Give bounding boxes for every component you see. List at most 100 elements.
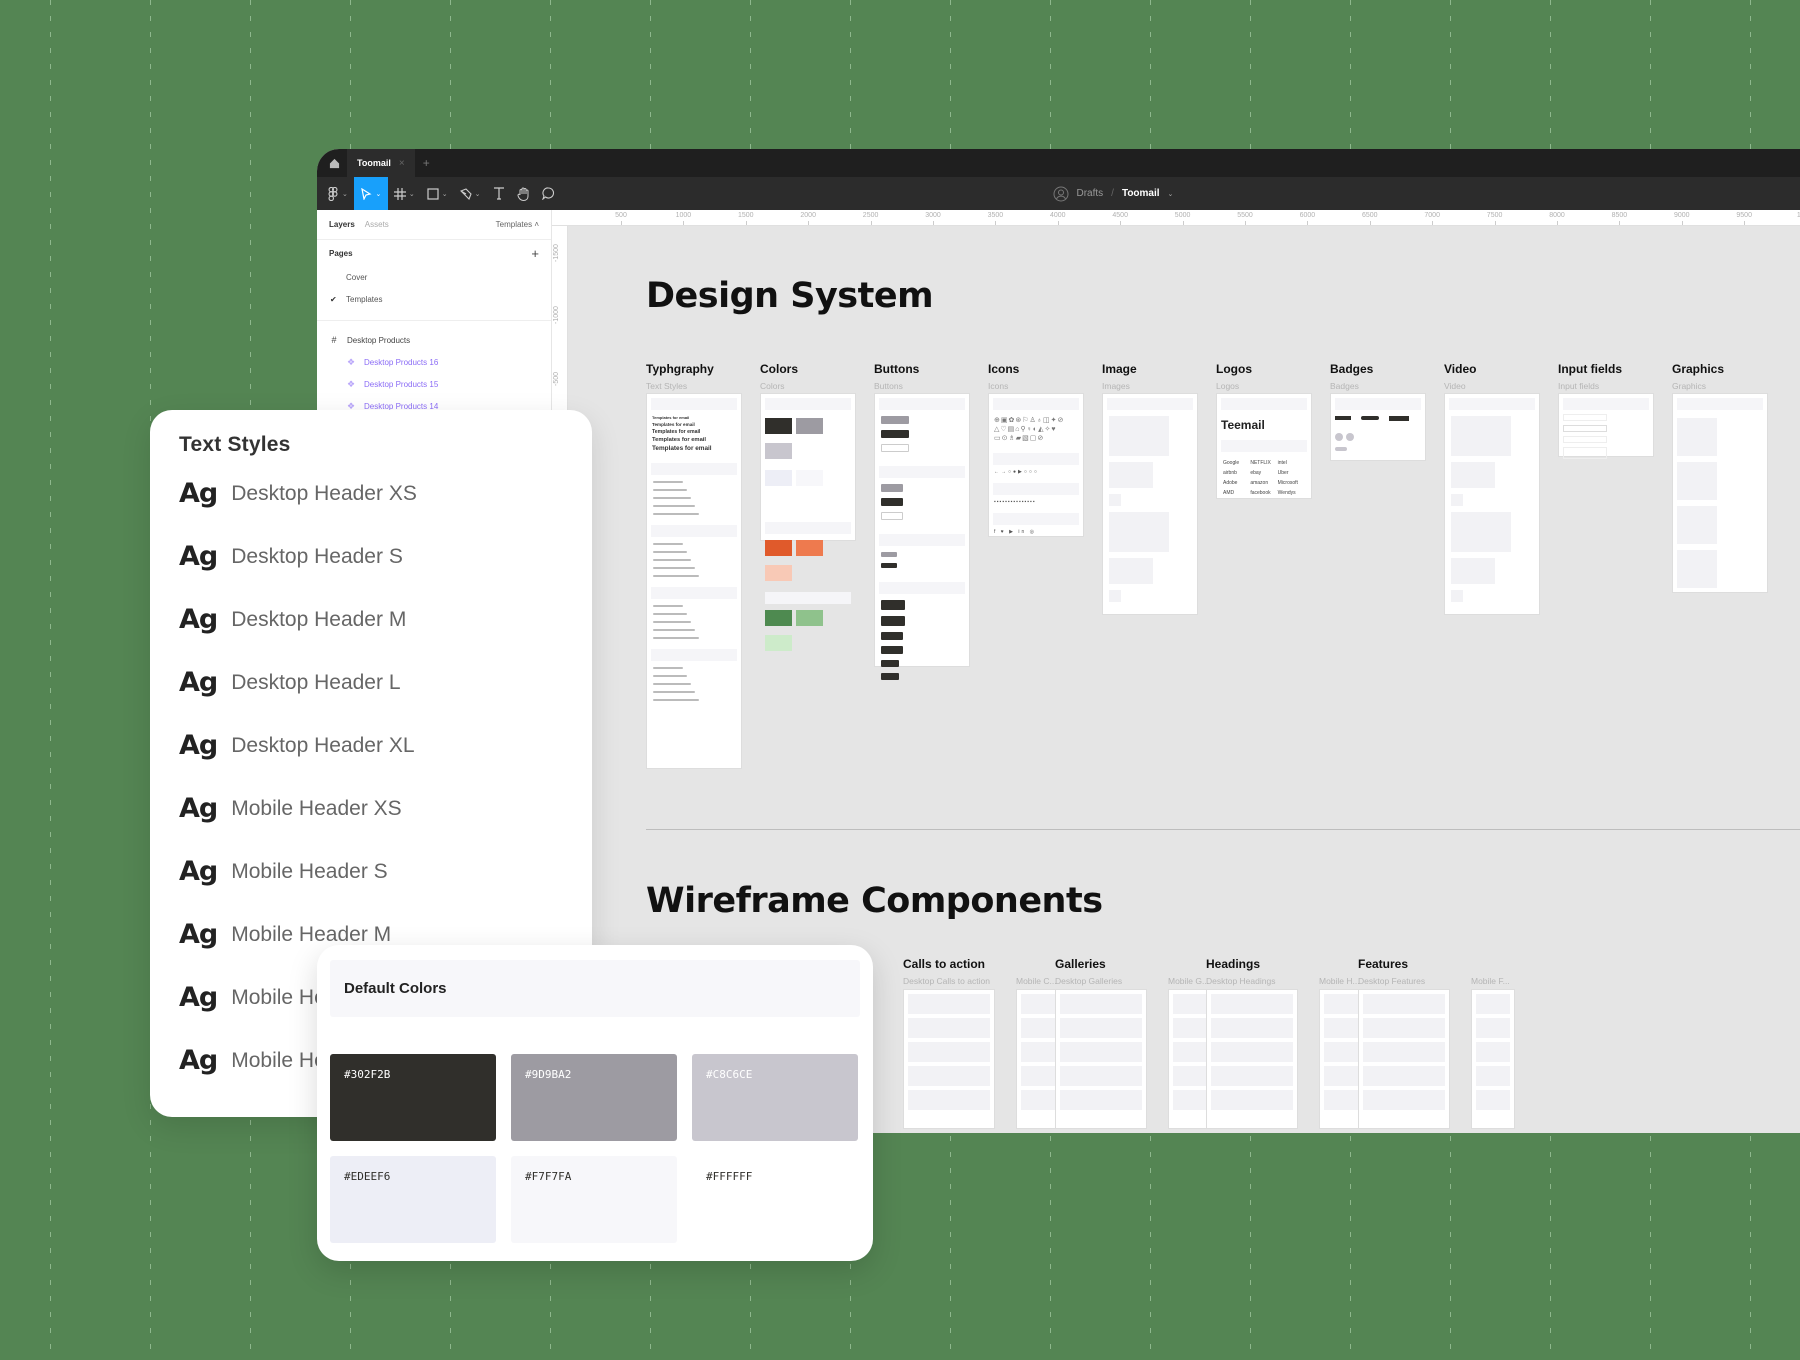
- comment-bubble-icon: [541, 187, 554, 200]
- column-heading: Typhgraphy: [646, 362, 714, 376]
- hand-icon: [517, 187, 528, 201]
- buttons-frame[interactable]: [874, 393, 970, 680]
- placeholder-block: [908, 1090, 990, 1110]
- wireframe-frame[interactable]: [1358, 989, 1450, 1129]
- column-heading: Badges: [1330, 362, 1374, 376]
- placeholder-block: [1324, 1090, 1358, 1110]
- swatch: [765, 540, 792, 556]
- typography-frame[interactable]: Templates for email Templates for email Te…: [646, 393, 742, 769]
- text-style-item[interactable]: Ag Mobile Header S: [179, 856, 388, 887]
- frame-header: [651, 649, 737, 661]
- placeholder-line: [653, 567, 695, 569]
- placeholder-block: [1211, 994, 1293, 1014]
- colors-frame[interactable]: [760, 393, 856, 651]
- ruler-tick: [1120, 221, 1122, 225]
- text-style-name: Desktop Header XL: [231, 733, 415, 757]
- video-frame[interactable]: [1444, 393, 1540, 615]
- column-subtitle: Desktop Headings: [1206, 976, 1276, 986]
- layer-component[interactable]: ❖ Desktop Products 16: [317, 351, 551, 373]
- placeholder-block: [1060, 1090, 1142, 1110]
- ruler-label: 500: [615, 212, 627, 219]
- wireframe-components-title: Wireframe Components: [646, 881, 1103, 921]
- text-style-sample: Ag: [179, 730, 218, 761]
- ruler-tick: [1432, 221, 1434, 225]
- breadcrumb-drafts[interactable]: Drafts: [1077, 188, 1104, 199]
- wireframe-frame[interactable]: [1206, 989, 1298, 1129]
- hand-tool-button[interactable]: [511, 177, 536, 210]
- placeholder-block: [1173, 1066, 1207, 1086]
- input-fields-frame[interactable]: [1558, 393, 1654, 459]
- ruler-label: 1000: [675, 212, 692, 219]
- color-swatch[interactable]: #302F2B: [330, 1054, 496, 1141]
- ruler-label: 4000: [1050, 212, 1066, 219]
- placeholder-block: [908, 1018, 990, 1038]
- color-swatch[interactable]: #EDEEF6: [330, 1156, 496, 1243]
- wireframe-frame[interactable]: [903, 989, 995, 1129]
- text-style-item[interactable]: Ag Desktop Header M: [179, 604, 406, 635]
- comment-tool-button[interactable]: [536, 177, 561, 210]
- icons-frame[interactable]: ⊕▣✿⊛⚐♙♁◫✦⊘ △♡▤⌂⚲♀◐◭✧♥ ▭⊙♗▰▧▢⊘ ←→○●▶○○○ ▪▪▪…: [988, 393, 1084, 537]
- swatch: [765, 610, 792, 626]
- placeholder-block: [1476, 1018, 1510, 1038]
- color-swatch[interactable]: #FFFFFF: [692, 1156, 858, 1243]
- text-style-name: Mobile Header S: [231, 859, 388, 883]
- ruler-tick: [1245, 221, 1246, 225]
- frame-tool-button[interactable]: ⌄: [388, 177, 421, 210]
- user-avatar-icon[interactable]: [1053, 186, 1069, 202]
- text-style-item[interactable]: Ag Desktop Header XL: [179, 730, 415, 761]
- main-menu-button[interactable]: ⌄: [321, 177, 354, 210]
- placeholder-block: [1363, 1066, 1445, 1086]
- badges-frame[interactable]: [1330, 393, 1426, 461]
- wireframe-frame[interactable]: [1055, 989, 1147, 1129]
- swatch: [765, 418, 792, 434]
- text-style-item[interactable]: Ag Desktop Header XS: [179, 478, 417, 509]
- text-style-sample: Ag: [179, 1045, 218, 1076]
- image-frame[interactable]: [1102, 393, 1198, 615]
- move-tool-button[interactable]: ⌄: [353, 177, 388, 210]
- shape-tool-button[interactable]: ⌄: [421, 177, 454, 210]
- layer-component[interactable]: ❖ Desktop Products 15: [317, 373, 551, 395]
- text-style-item[interactable]: Ag Desktop Header S: [179, 541, 403, 572]
- text-style-name: Desktop Header S: [231, 544, 403, 568]
- ruler-label: 2000: [800, 212, 816, 219]
- ruler-label: 3500: [987, 212, 1004, 219]
- tab-file[interactable]: Toomail ×: [347, 149, 415, 177]
- close-tab-icon[interactable]: ×: [399, 158, 405, 169]
- checkmark-icon: ✔: [330, 294, 337, 304]
- pen-tool-button[interactable]: ⌄: [454, 177, 487, 210]
- home-icon[interactable]: [321, 149, 347, 177]
- placeholder-line: [653, 559, 691, 561]
- color-hex-label: #F7F7FA: [525, 1170, 572, 1183]
- new-tab-icon[interactable]: +: [423, 156, 430, 170]
- add-page-icon[interactable]: +: [531, 246, 539, 261]
- color-swatch[interactable]: #F7F7FA: [511, 1156, 677, 1243]
- cursor-arrow-icon: [361, 187, 372, 200]
- column-heading: Colors: [760, 362, 799, 376]
- wireframe-frame[interactable]: [1319, 989, 1363, 1129]
- column-subtitle: Logos: [1216, 381, 1240, 391]
- layer-frame[interactable]: # Desktop Products: [317, 329, 551, 351]
- color-swatch[interactable]: #C8C6CE: [692, 1054, 858, 1141]
- placeholder-block: [1021, 1090, 1055, 1110]
- ruler-tick: [1619, 221, 1621, 225]
- tab-layers[interactable]: Layers: [329, 220, 355, 229]
- text-style-item[interactable]: Ag Mobile Header XS: [179, 793, 402, 824]
- text-style-item[interactable]: Ag Desktop Header L: [179, 667, 401, 698]
- page-selector[interactable]: Templates ˄: [496, 220, 539, 229]
- placeholder-block: [1476, 1090, 1510, 1110]
- breadcrumb-file[interactable]: Toomail: [1122, 188, 1160, 199]
- wireframe-frame[interactable]: [1016, 989, 1060, 1129]
- page-item-cover[interactable]: Cover: [317, 266, 551, 288]
- color-swatch[interactable]: #9D9BA2: [511, 1054, 677, 1141]
- swatch: [796, 610, 823, 626]
- page-item-templates[interactable]: ✔ Templates: [317, 288, 551, 310]
- column-subtitle: Graphics: [1672, 381, 1707, 391]
- text-tool-button[interactable]: [487, 177, 511, 210]
- column-subtitle: Desktop Features: [1358, 976, 1426, 986]
- graphics-frame[interactable]: [1672, 393, 1768, 593]
- wireframe-frame[interactable]: [1471, 989, 1515, 1129]
- chevron-down-icon: ⌄: [441, 190, 448, 198]
- tab-assets[interactable]: Assets: [365, 220, 389, 229]
- logos-frame[interactable]: Teemail Google NETFLIX intel airbnb ebay Uber…: [1216, 393, 1312, 499]
- chevron-down-icon[interactable]: ⌄: [1168, 190, 1174, 198]
